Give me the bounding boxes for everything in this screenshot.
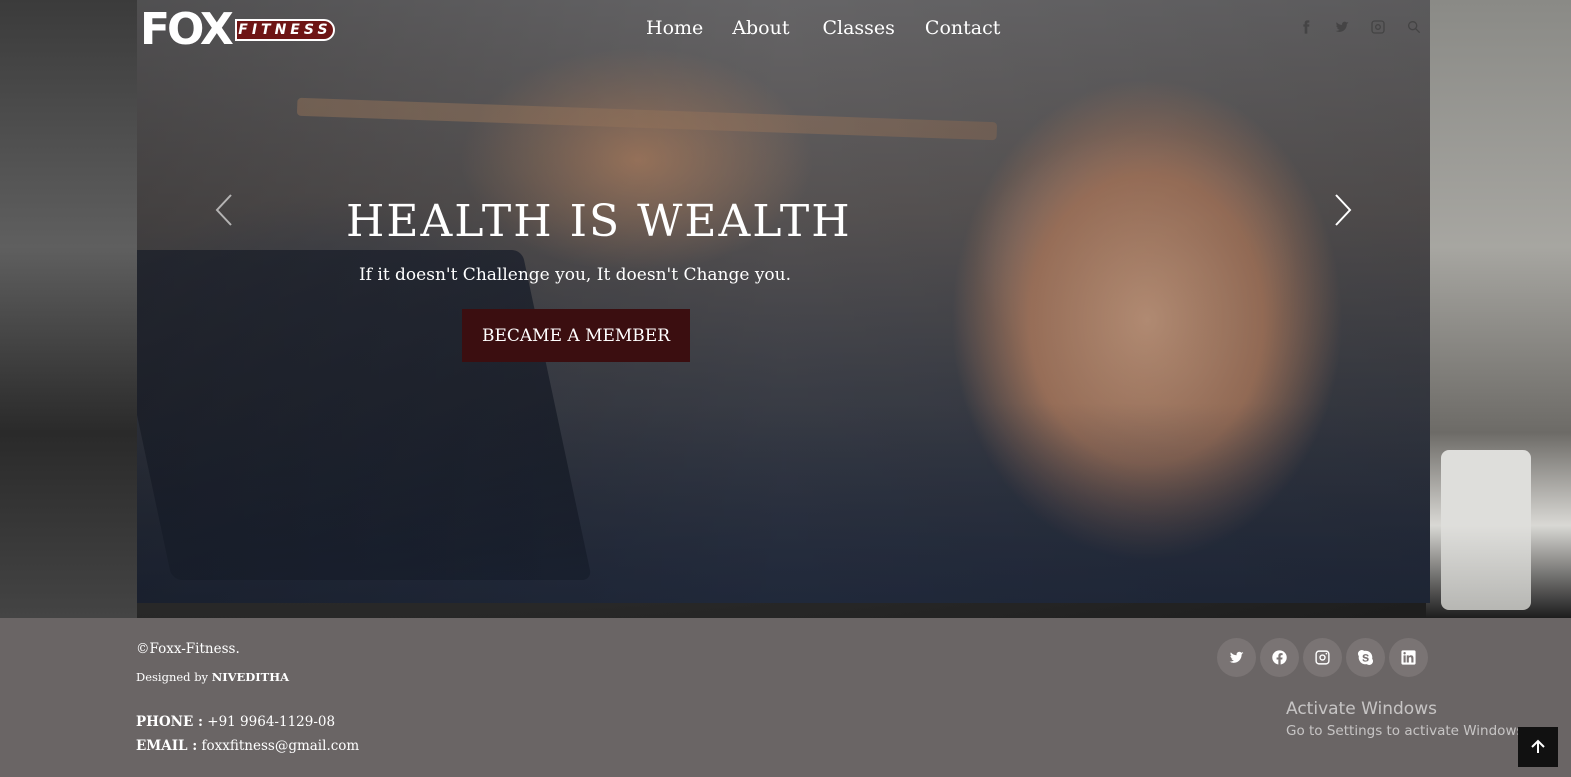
carousel-next-button[interactable] xyxy=(1328,190,1358,230)
brand-word: FITNESS xyxy=(234,19,335,41)
background-left-blur xyxy=(0,0,137,618)
phone-label: PHONE : xyxy=(136,714,203,730)
windows-activation-watermark: Activate Windows Go to Settings to activ… xyxy=(1286,699,1528,739)
email-label: EMAIL : xyxy=(136,738,198,754)
nav-classes[interactable]: Classes xyxy=(822,17,894,39)
linkedin-icon[interactable] xyxy=(1389,638,1428,677)
skype-icon[interactable] xyxy=(1346,638,1385,677)
header-icons xyxy=(1297,18,1423,36)
designer-name: NIVEDITHA xyxy=(211,670,289,684)
chevron-right-icon xyxy=(1335,194,1352,226)
activation-title: Activate Windows xyxy=(1286,699,1437,719)
hero-title: HEALTH IS WEALTH xyxy=(346,196,852,247)
designed-by-prefix: Designed by xyxy=(136,670,212,684)
phone-line: PHONE : +91 9964-1129-08 xyxy=(136,714,335,730)
twitter-icon[interactable] xyxy=(1217,638,1256,677)
search-icon[interactable] xyxy=(1405,18,1423,36)
back-to-top-button[interactable] xyxy=(1518,727,1558,767)
main-nav: Home About Classes Contact xyxy=(646,17,1030,39)
background-towel xyxy=(1441,450,1531,610)
email-line: EMAIL : foxxfitness@gmail.com xyxy=(136,738,359,754)
phone-value: +91 9964-1129-08 xyxy=(202,714,336,730)
copyright-text: ©Foxx-Fitness. xyxy=(136,641,240,657)
brand-logo[interactable]: FOX FITNESS xyxy=(140,2,335,58)
nav-contact[interactable]: Contact xyxy=(925,17,1000,39)
facebook-icon[interactable] xyxy=(1297,18,1315,36)
email-value: foxxfitness@gmail.com xyxy=(197,738,360,754)
hero-carousel-slide xyxy=(137,0,1430,603)
brand-mark: FOX xyxy=(140,4,234,55)
instagram-icon[interactable] xyxy=(1303,638,1342,677)
designed-by: Designed by NIVEDITHA xyxy=(136,670,289,684)
activation-subtitle: Go to Settings to activate Windows. xyxy=(1286,723,1528,739)
nav-about[interactable]: About xyxy=(732,17,789,39)
instagram-icon[interactable] xyxy=(1369,18,1387,36)
hero-subtitle: If it doesn't Challenge you, It doesn't … xyxy=(358,265,792,285)
twitter-icon[interactable] xyxy=(1333,18,1351,36)
hero-photo-shade xyxy=(137,0,1430,603)
nav-home[interactable]: Home xyxy=(646,17,703,39)
facebook-icon[interactable] xyxy=(1260,638,1299,677)
carousel-prev-button[interactable] xyxy=(209,190,239,230)
become-member-button[interactable]: BECAME A MEMBER xyxy=(462,309,690,362)
footer-socials xyxy=(1217,638,1428,677)
footer: ©Foxx-Fitness. Designed by NIVEDITHA PHO… xyxy=(0,618,1571,777)
chevron-left-icon xyxy=(215,194,232,226)
arrow-up-icon xyxy=(1531,739,1545,753)
